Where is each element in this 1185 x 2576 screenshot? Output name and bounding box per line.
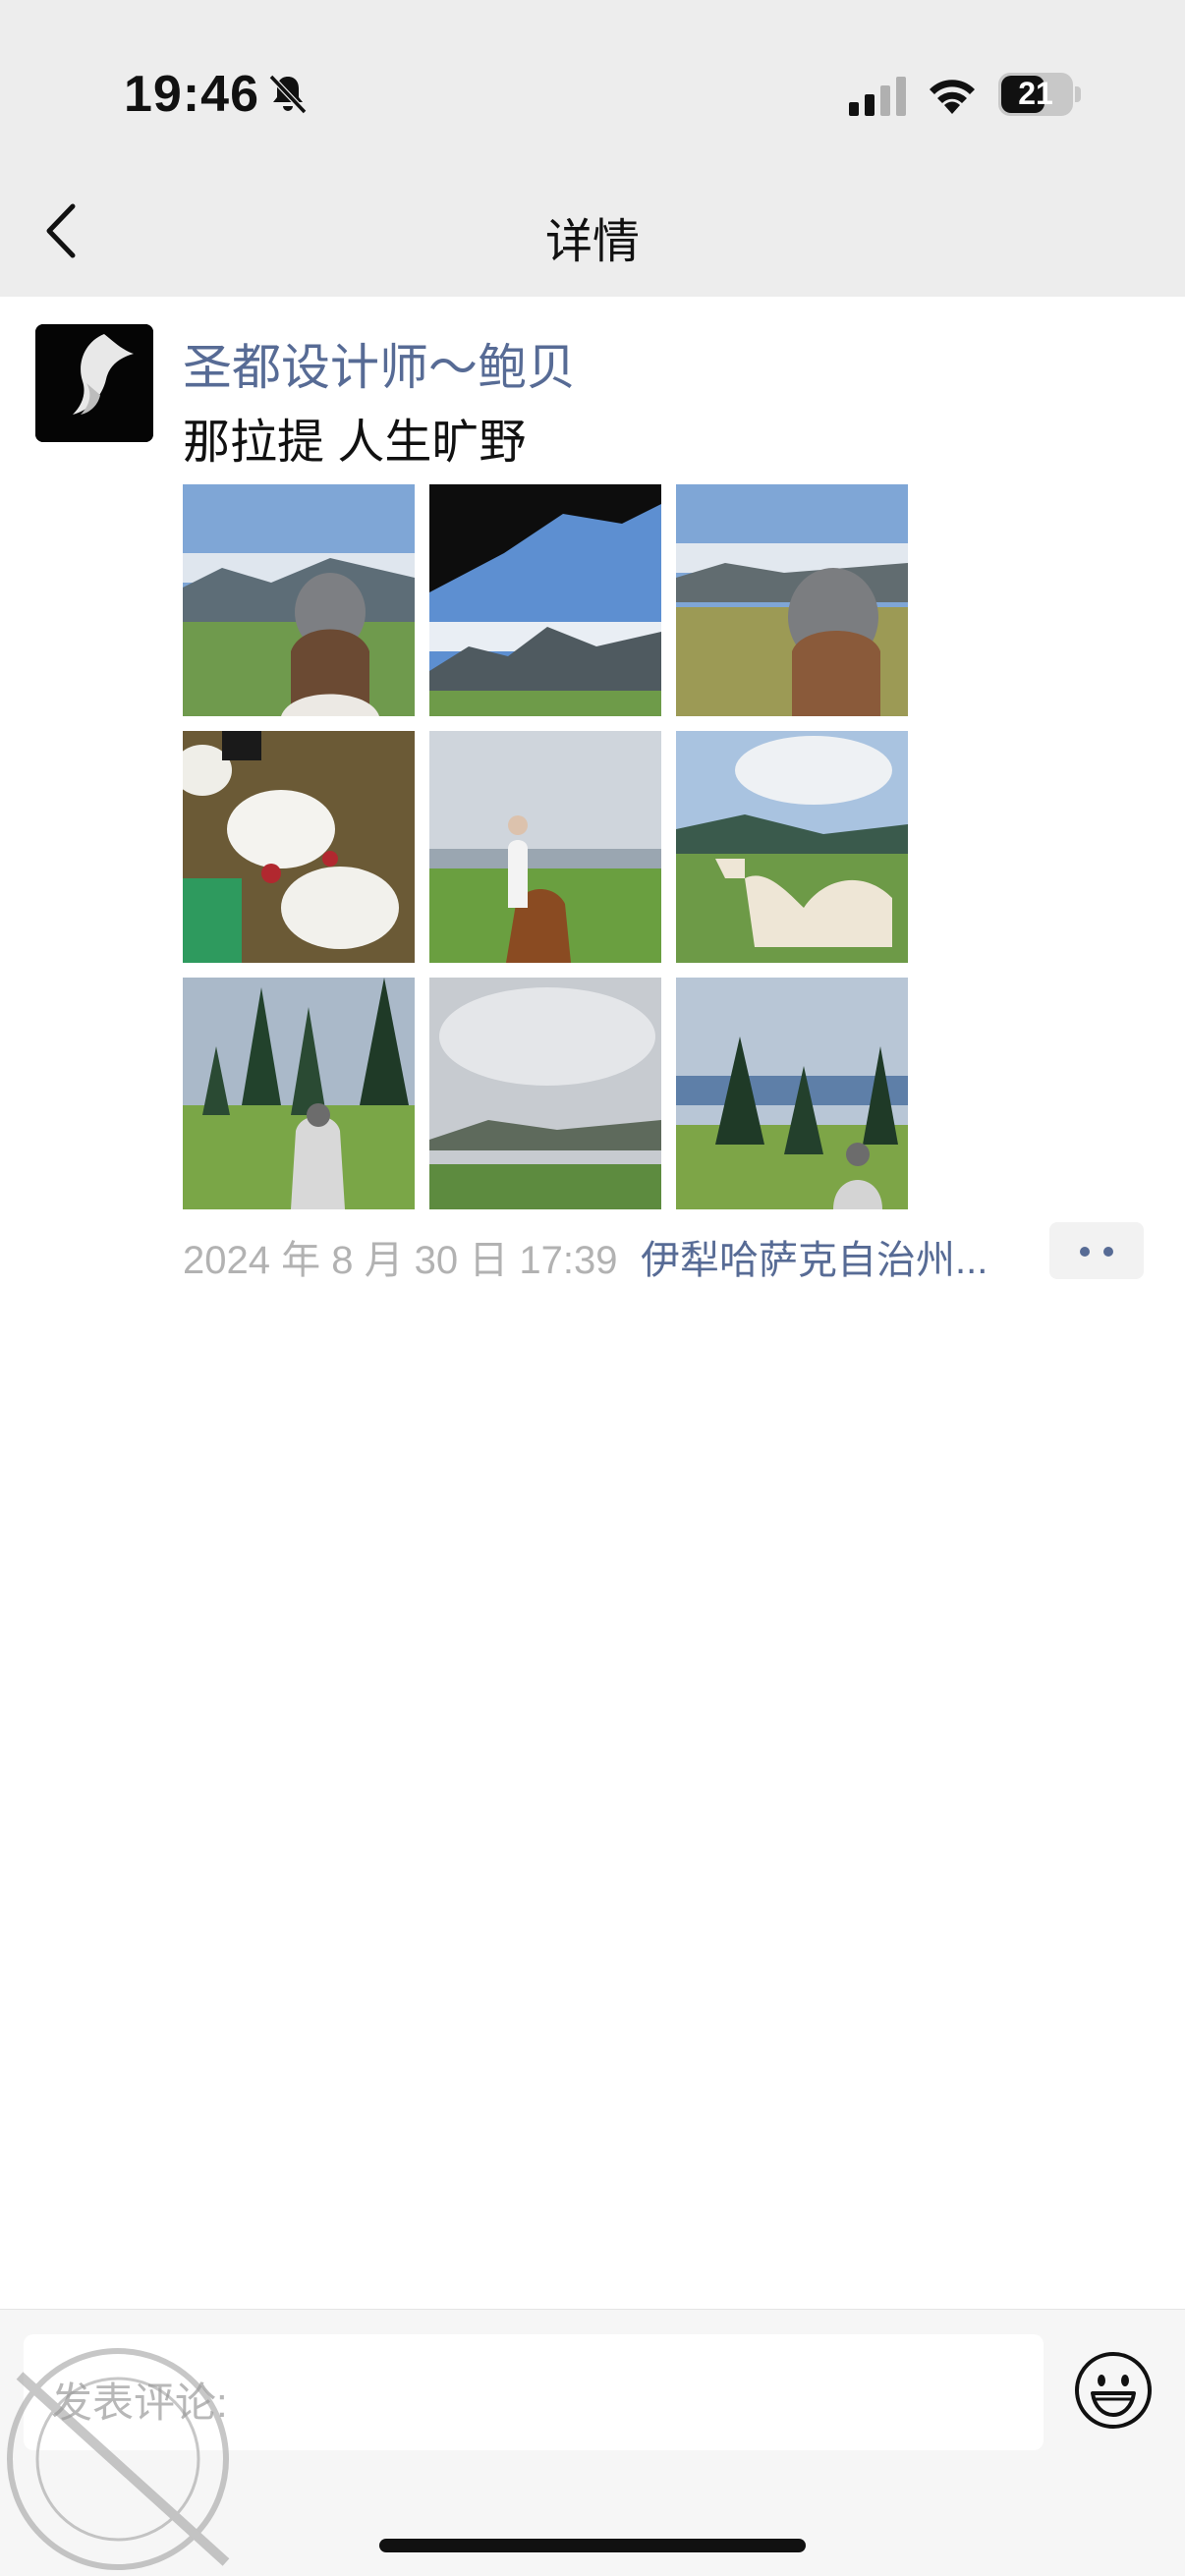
home-indicator[interactable] [379,2539,806,2552]
battery-icon: 21 [998,73,1081,116]
post-text: 那拉提 人生旷野 [183,417,527,469]
status-time: 19:46 [124,66,259,123]
dot-icon [1080,1247,1090,1257]
more-actions-button[interactable] [1049,1222,1144,1279]
photo-thumbnail-4[interactable] [183,731,415,963]
emoji-icon[interactable] [1073,2350,1154,2431]
photo-thumbnail-7[interactable] [183,978,415,1209]
post-timestamp: 2024 年 8 月 30 日 17:39 [183,1239,618,1282]
photo-grid [183,484,912,1213]
photo-thumbnail-1[interactable] [183,484,415,716]
wifi-icon [930,80,975,114]
bell-muted-icon [268,74,308,115]
photo-thumbnail-5[interactable] [429,731,661,963]
page-title: 详情 [544,216,640,268]
photo-thumbnail-6[interactable] [676,731,908,963]
photo-thumbnail-8[interactable] [429,978,661,1209]
post-location[interactable]: 伊犁哈萨克自治州... [641,1228,988,1285]
photo-thumbnail-2[interactable] [429,484,661,716]
dot-icon [1103,1247,1113,1257]
photo-thumbnail-9[interactable] [676,978,908,1209]
cellular-signal-icon [849,77,906,116]
post-author-name[interactable]: 圣都设计师～鲍贝 [183,328,576,399]
watermark-logo [7,2348,230,2570]
photo-thumbnail-3[interactable] [676,484,908,716]
avatar[interactable] [35,324,153,442]
battery-level: 21 [1018,76,1053,111]
